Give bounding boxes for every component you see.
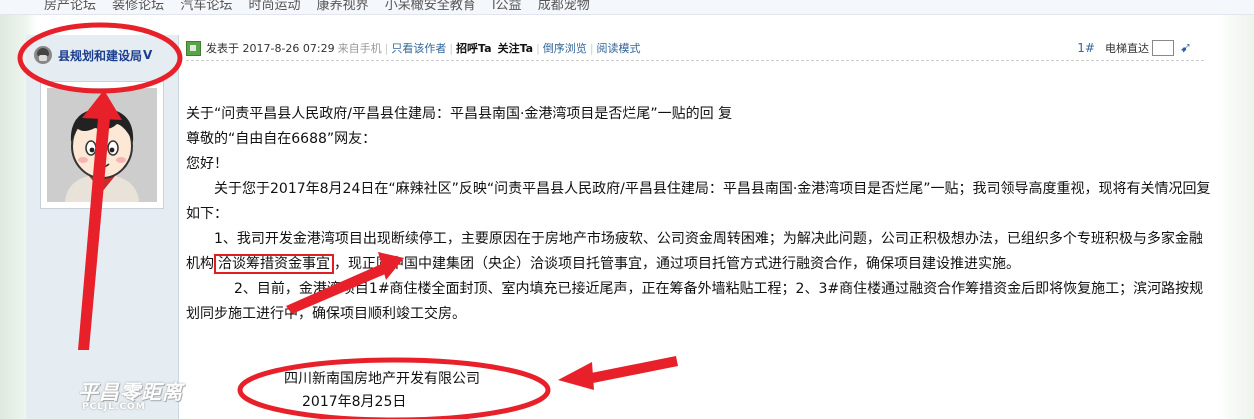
avatar[interactable] (40, 81, 164, 209)
author-name[interactable]: 县规划和建设局 (58, 47, 142, 64)
post-paragraph: 关于您于2017年8月24日在“麻辣社区”反映“问责平昌县人民政府/平昌县住建局… (186, 181, 1211, 222)
online-status-icon (186, 40, 201, 56)
site-watermark-url: PCLJL.COM (82, 402, 146, 412)
signature: 四川新南国房地产开发有限公司 2017年8月25日 (284, 368, 480, 414)
post-time: 发表于 2017-8-26 07:29 (206, 42, 335, 55)
divider: | (384, 41, 389, 55)
divider: | (449, 41, 454, 55)
cartoon-avatar-image (47, 88, 157, 202)
post-title-line: 关于“问责平昌县人民政府/平昌县住建局：平昌县南国·金港湾项目是否烂尾”一贴的回… (186, 106, 733, 122)
nav-link[interactable]: 成都宠物 (538, 0, 590, 13)
greet-link[interactable]: 招呼Ta (456, 40, 492, 56)
author-row[interactable]: 县规划和建设局 V (34, 43, 152, 67)
post-paragraph: 1、我司开发金港湾项目出现断续停工，主要原因在于房地产市场疲软、公司资金周转困难… (186, 227, 1216, 277)
jump-label: 电梯直达 (1105, 42, 1149, 55)
jump-arrow-icon[interactable]: ➹ (1180, 40, 1194, 56)
user-avatar-icon (34, 46, 52, 64)
post-greeting: 尊敬的“自由自在6688”网友： (186, 131, 377, 147)
follow-link[interactable]: 关注Ta (498, 40, 534, 56)
nav-link[interactable]: 康养视界 (317, 0, 369, 13)
verified-badge: V (143, 48, 153, 62)
floor-jump-input[interactable] (1152, 40, 1174, 56)
signature-company: 四川新南国房地产开发有限公司 (284, 371, 480, 387)
nav-link[interactable]: 装修论坛 (112, 0, 164, 13)
nav-link[interactable]: 小呆橄安全教育 (385, 0, 476, 13)
author-sidebar: 县规划和建设局 V (26, 35, 179, 419)
post-paragraph: 2、目前，金港湾项目1#商住楼全面封顶、室内填充已接近尾声，正在筹备外墙粘贴工程… (186, 281, 1204, 322)
paragraph-text: ，现正同中国中建集团（央企）洽谈项目托管事宜，通过项目托管方式进行融资合作，确保… (334, 256, 1020, 272)
reverse-order-link[interactable]: 倒序浏览 (543, 40, 587, 56)
nav-link[interactable]: l公益 (492, 0, 522, 13)
site-watermark: 平昌零距离 (78, 380, 183, 404)
post-source: 来自手机 (337, 42, 382, 55)
post-content: 关于“问责平昌县人民政府/平昌县住建局：平昌县南国·金港湾项目是否烂尾”一贴的回… (186, 102, 1216, 327)
divider: | (536, 41, 540, 55)
post-info-bar: 发表于 2017-8-26 07:29 来自手机 | 只看该作者 | 招呼Ta … (186, 38, 1204, 61)
top-nav: 房产论坛 装修论坛 汽车论坛 时尚运动 康养视界 小呆橄安全教育 l公益 成都宠… (0, 0, 1254, 15)
divider: | (589, 41, 594, 55)
only-author-link[interactable]: 只看该作者 (391, 40, 446, 56)
reading-mode-link[interactable]: 阅读模式 (597, 40, 641, 56)
signature-date: 2017年8月25日 (302, 394, 407, 410)
nav-link[interactable]: 汽车论坛 (180, 0, 232, 13)
nav-link[interactable]: 时尚运动 (248, 0, 300, 13)
floor-number[interactable]: 1# (1077, 41, 1095, 55)
highlighted-phrase: 洽谈筹措资金事宜 (214, 254, 334, 274)
nav-link[interactable]: 房产论坛 (44, 0, 96, 13)
post-hello: 您好！ (186, 156, 228, 172)
